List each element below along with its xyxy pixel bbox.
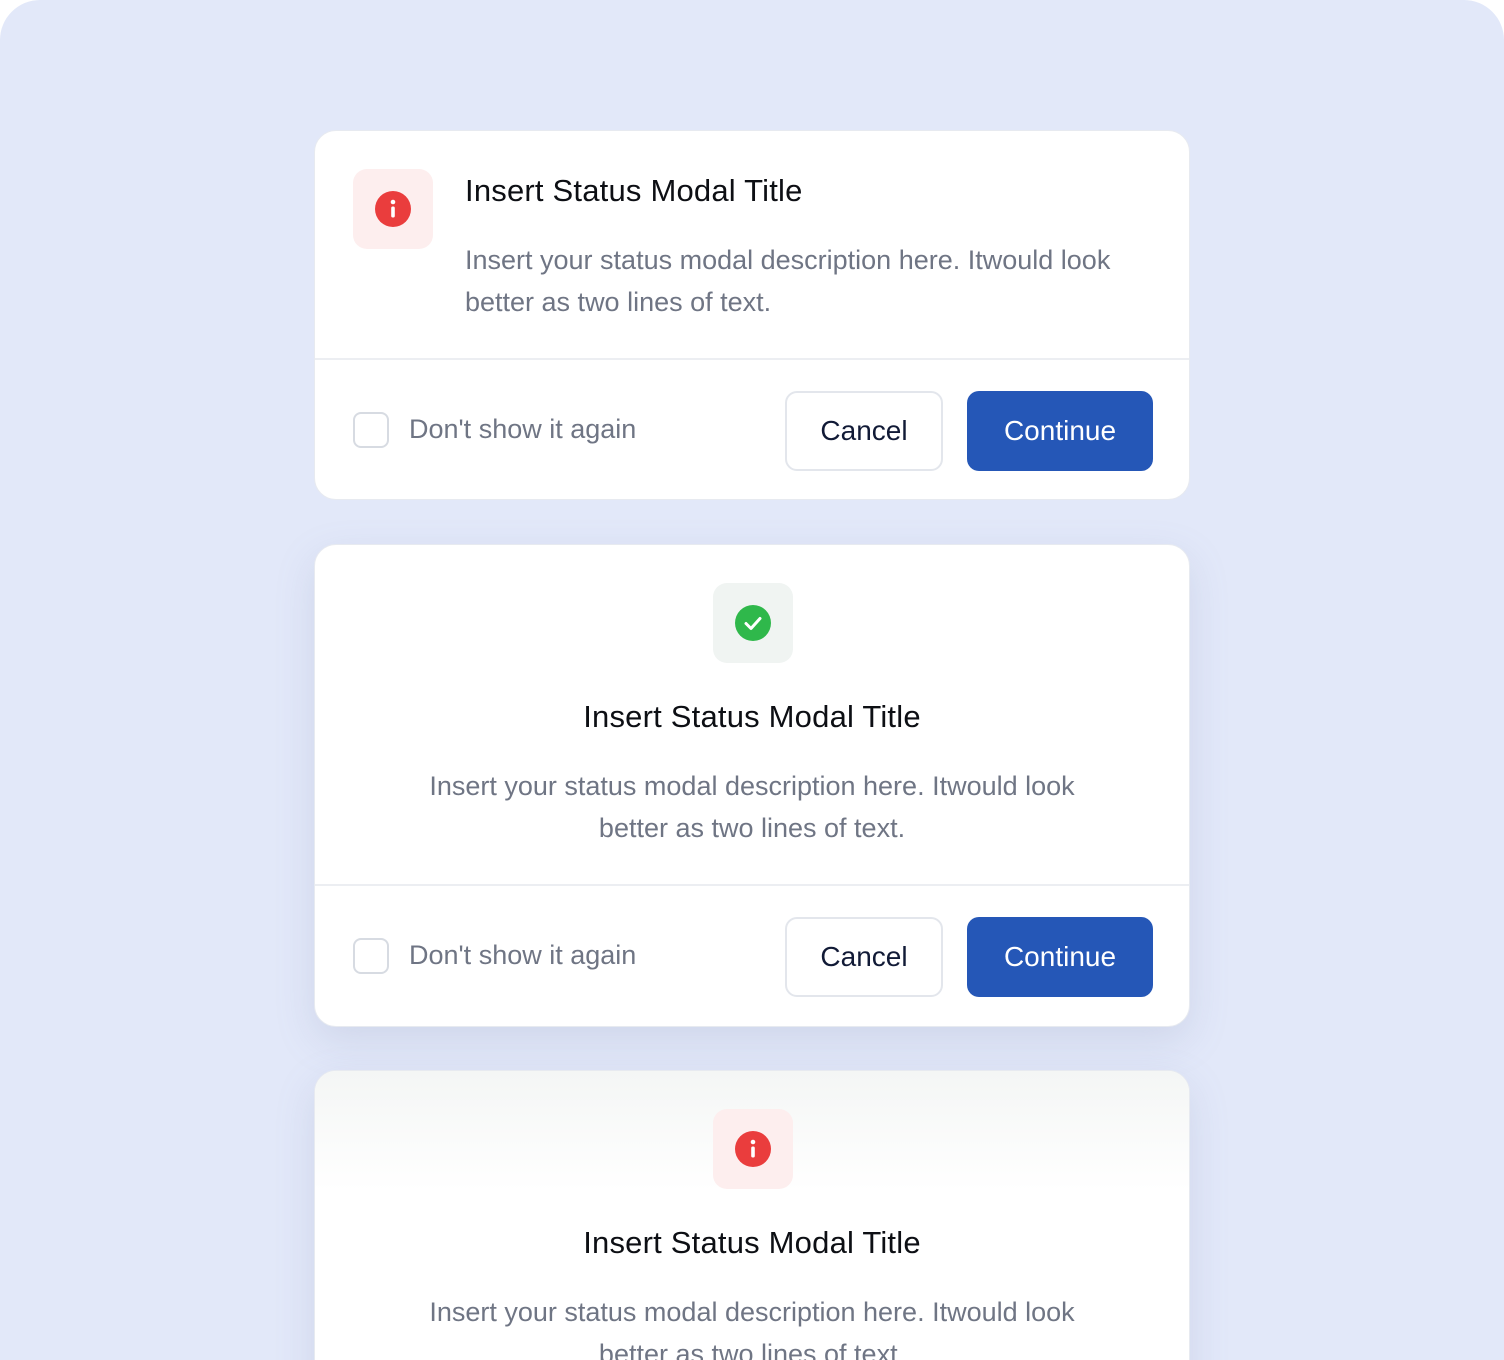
modal-description: Insert your status modal description her… [429,1297,1075,1360]
modal-title: Insert Status Modal Title [583,699,921,734]
status-icon-container [713,1109,793,1189]
modal-description: Insert your status modal description her… [429,771,1075,843]
canvas: Insert Status Modal Title Insert your st… [0,0,1504,1360]
check-icon [735,605,771,641]
dont-show-again-label[interactable]: Don't show it again [409,940,636,971]
divider [315,884,1189,886]
dont-show-again-checkbox[interactable] [353,412,389,448]
continue-button[interactable]: Continue [967,917,1153,997]
dont-show-again-label[interactable]: Don't show it again [409,414,636,445]
status-modal-success: Insert Status Modal Title Insert your st… [314,544,1190,1027]
status-modal-info: Insert Status Modal Title Insert your st… [314,130,1190,500]
divider [315,358,1189,360]
cancel-button[interactable]: Cancel [785,391,943,471]
status-icon-container [713,583,793,663]
status-modal-info-centered: Insert Status Modal Title Insert your st… [314,1070,1190,1360]
modal-title: Insert Status Modal Title [465,173,803,208]
continue-button[interactable]: Continue [967,391,1153,471]
modal-title: Insert Status Modal Title [583,1225,921,1260]
modal-description: Insert your status modal description her… [465,245,1111,317]
info-icon [375,191,411,227]
info-icon [735,1131,771,1167]
cancel-button[interactable]: Cancel [785,917,943,997]
status-icon-container [353,169,433,249]
dont-show-again-checkbox[interactable] [353,938,389,974]
